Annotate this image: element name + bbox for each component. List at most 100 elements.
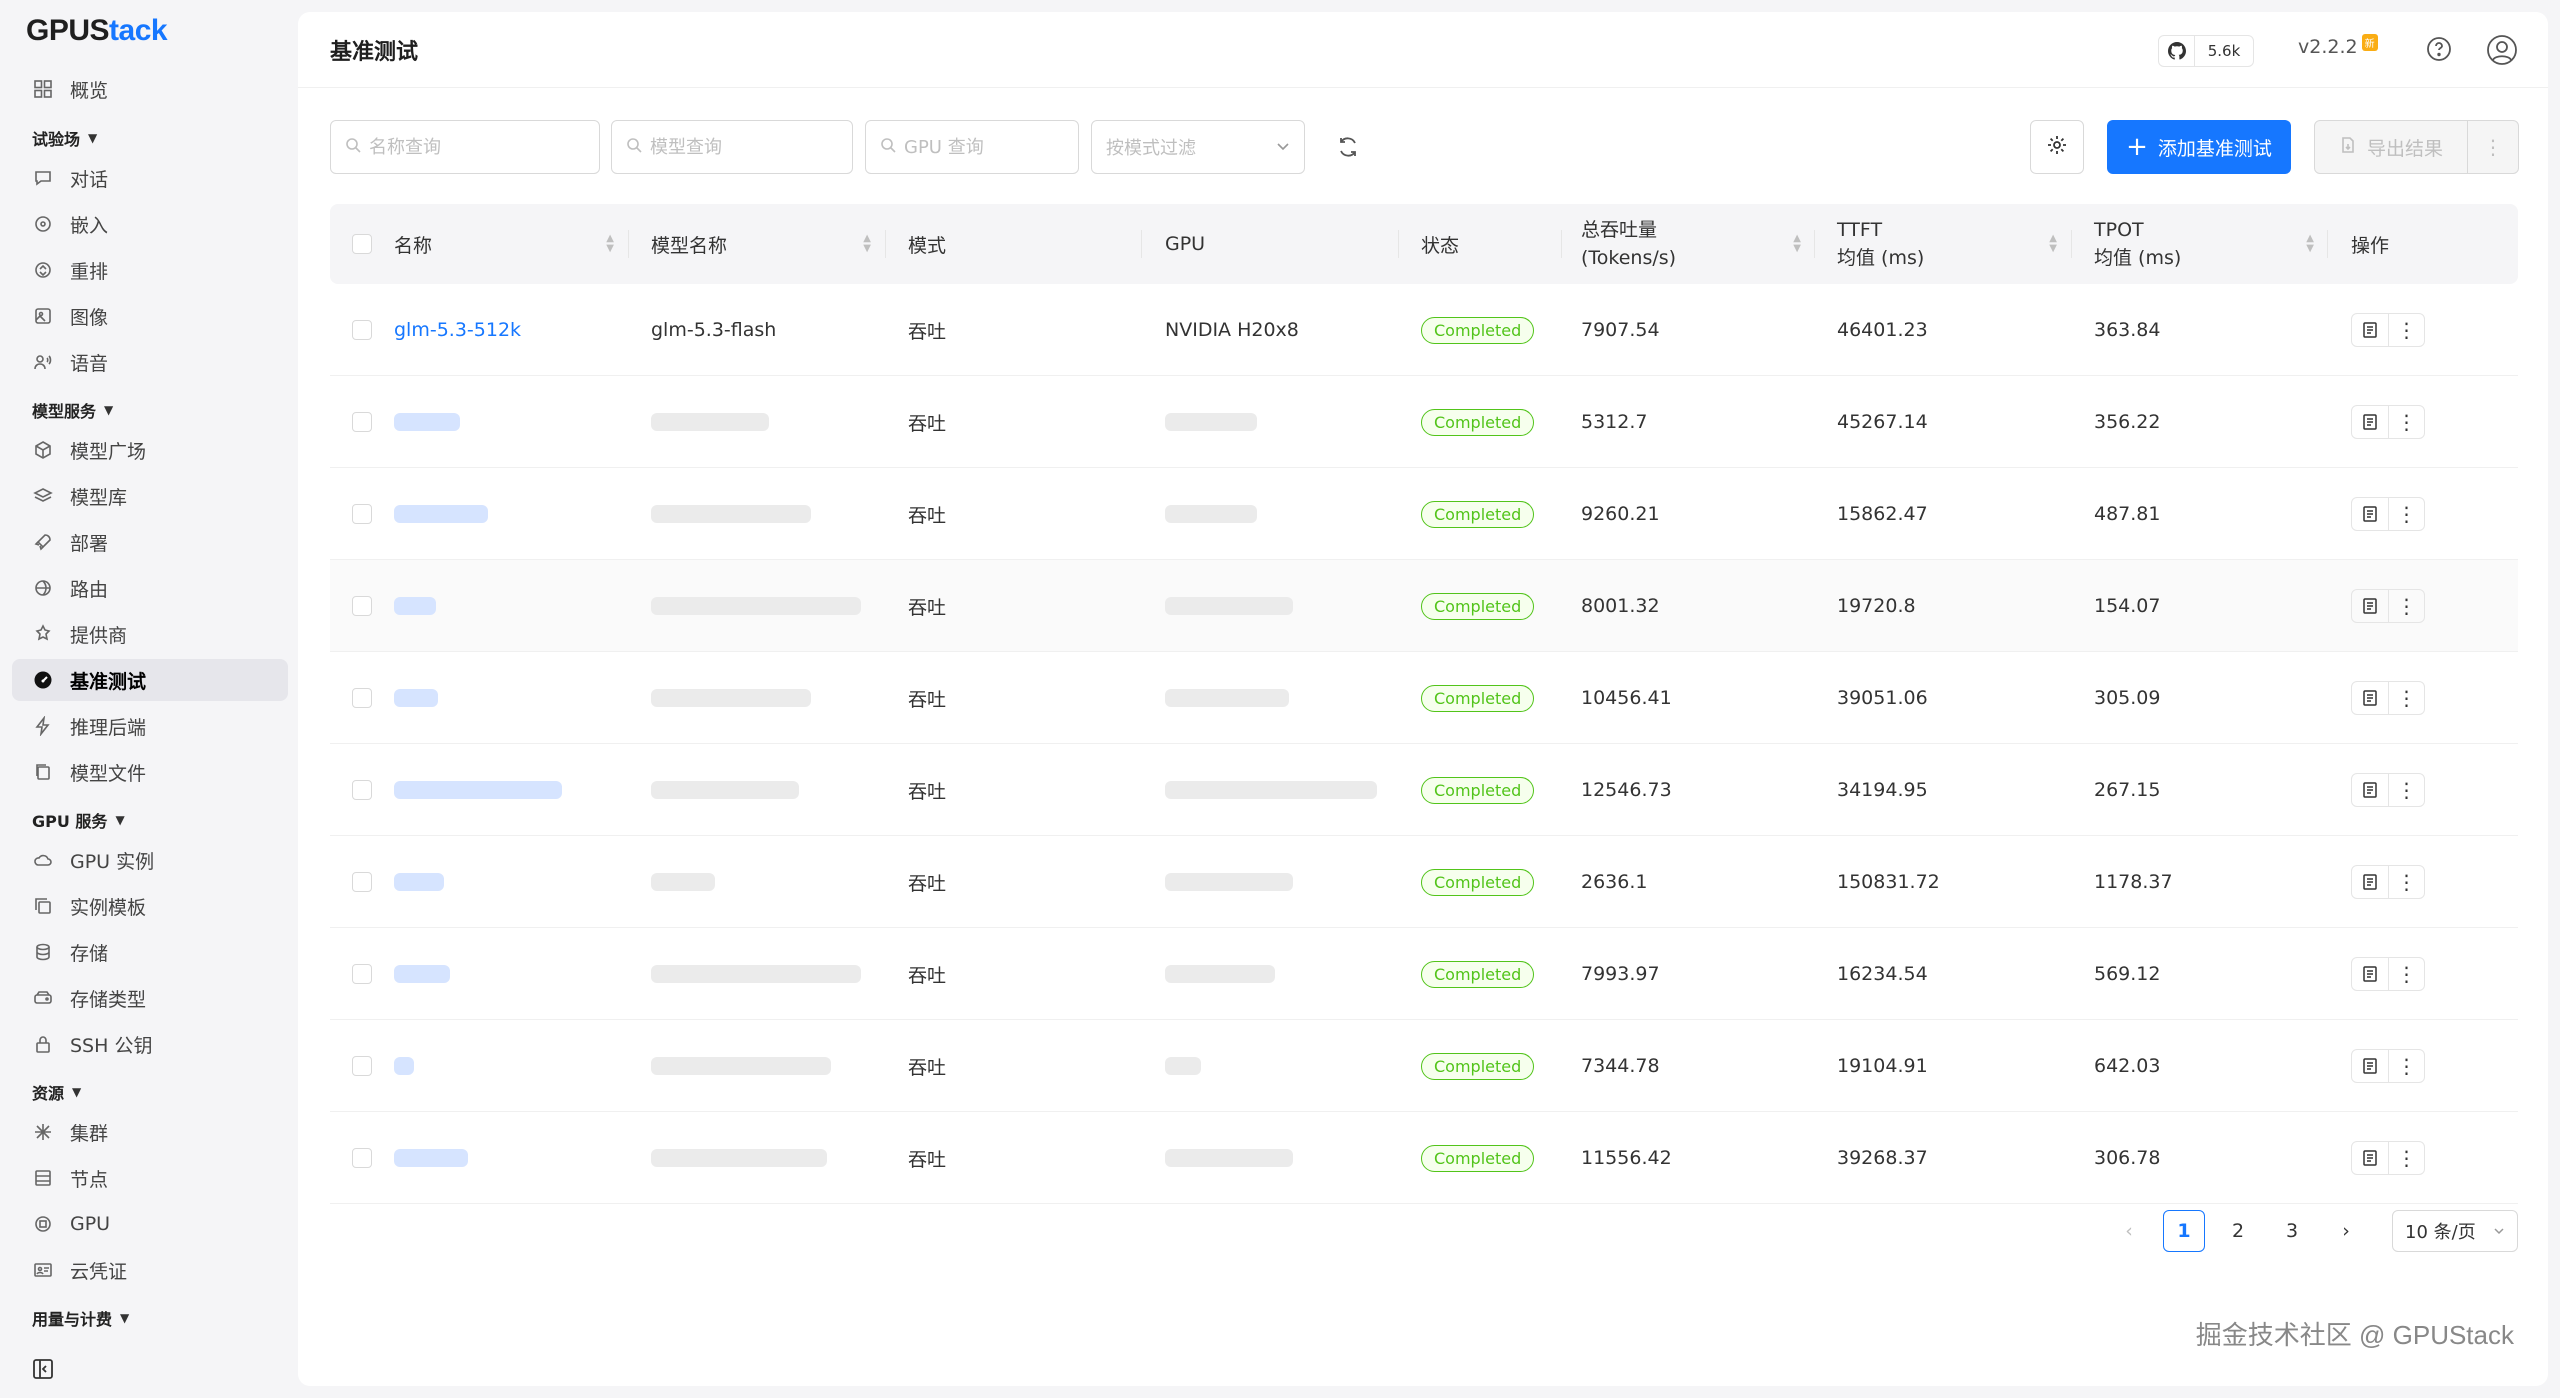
- benchmark-name-link[interactable]: glm-5.3-512k: [394, 284, 521, 376]
- nav-group-model-service[interactable]: 模型服务 ▼: [32, 398, 113, 422]
- page-1-button[interactable]: 1: [2163, 1210, 2205, 1252]
- version-label[interactable]: v2.2.2 新: [2298, 34, 2378, 58]
- benchmark-name-link[interactable]: [394, 1020, 414, 1112]
- gpu-search-input[interactable]: [865, 120, 1079, 174]
- table-row[interactable]: 吞吐 Completed 5312.7 45267.14 356.22 ⋮: [330, 376, 2518, 468]
- table-row[interactable]: 吞吐 Completed 10456.41 39051.06 305.09 ⋮: [330, 652, 2518, 744]
- more-vertical-icon[interactable]: ⋮: [2388, 774, 2424, 806]
- column-settings-button[interactable]: [2030, 120, 2084, 174]
- sidebar-item-storage-type[interactable]: 存储类型: [12, 977, 288, 1019]
- col-header-name[interactable]: 名称 ▲ ▼: [394, 204, 614, 284]
- nav-group-resources[interactable]: 资源 ▼: [32, 1080, 81, 1104]
- help-icon[interactable]: [2426, 36, 2452, 62]
- checkbox[interactable]: [352, 872, 372, 892]
- name-search-input[interactable]: [330, 120, 600, 174]
- sidebar-item-audio[interactable]: 语音: [12, 341, 288, 383]
- row-checkbox[interactable]: [352, 560, 372, 652]
- table-row[interactable]: 吞吐 Completed 9260.21 15862.47 487.81 ⋮: [330, 468, 2518, 560]
- benchmark-name-link[interactable]: [394, 652, 438, 744]
- report-icon[interactable]: [2352, 866, 2388, 898]
- col-header-model-name[interactable]: 模型名称 ▲ ▼: [651, 204, 871, 284]
- table-row[interactable]: 吞吐 Completed 8001.32 19720.8 154.07 ⋮: [330, 560, 2518, 652]
- gpustack-logo[interactable]: GPUStack: [26, 14, 168, 48]
- col-header-ttft[interactable]: TTFT 均值 (ms) ▲ ▼: [1837, 204, 2057, 284]
- col-header-throughput[interactable]: 总吞吐量 (Tokens/s) ▲ ▼: [1581, 204, 1801, 284]
- checkbox[interactable]: [352, 688, 372, 708]
- sidebar-item-benchmark[interactable]: 基准测试: [12, 659, 288, 701]
- table-row[interactable]: 吞吐 Completed 7344.78 19104.91 642.03 ⋮: [330, 1020, 2518, 1112]
- refresh-icon[interactable]: [1333, 132, 1363, 162]
- github-stars-badge[interactable]: 5.6k: [2158, 35, 2254, 67]
- sidebar-item-node[interactable]: 节点: [12, 1157, 288, 1199]
- report-icon[interactable]: [2352, 590, 2388, 622]
- sidebar-collapse-icon[interactable]: [32, 1358, 54, 1380]
- sort-icon[interactable]: ▲ ▼: [606, 234, 614, 254]
- row-checkbox[interactable]: [352, 1112, 372, 1204]
- sidebar-item-embed[interactable]: 嵌入: [12, 203, 288, 245]
- model-search-input[interactable]: [611, 120, 853, 174]
- report-icon[interactable]: [2352, 958, 2388, 990]
- nav-group-gpu-service[interactable]: GPU 服务 ▼: [32, 808, 125, 832]
- page-size-select[interactable]: 10 条/页: [2392, 1210, 2518, 1252]
- checkbox[interactable]: [352, 412, 372, 432]
- name-search-field[interactable]: [369, 136, 573, 158]
- benchmark-name-link[interactable]: [394, 744, 562, 836]
- checkbox[interactable]: [352, 1148, 372, 1168]
- gpu-search-field[interactable]: [904, 136, 1063, 158]
- sidebar-item-provider[interactable]: 提供商: [12, 613, 288, 655]
- select-all-checkbox[interactable]: [352, 204, 372, 284]
- more-vertical-icon[interactable]: ⋮: [2388, 682, 2424, 714]
- table-row[interactable]: 吞吐 Completed 2636.1 150831.72 1178.37 ⋮: [330, 836, 2518, 928]
- nav-group-billing[interactable]: 用量与计费 ▼: [32, 1306, 129, 1330]
- benchmark-name-link[interactable]: [394, 468, 488, 560]
- report-icon[interactable]: [2352, 774, 2388, 806]
- checkbox[interactable]: [352, 504, 372, 524]
- benchmark-name-link[interactable]: [394, 836, 444, 928]
- more-vertical-icon[interactable]: ⋮: [2388, 314, 2424, 346]
- checkbox[interactable]: [352, 1056, 372, 1076]
- sidebar-item-image[interactable]: 图像: [12, 295, 288, 337]
- report-icon[interactable]: [2352, 314, 2388, 346]
- report-icon[interactable]: [2352, 1142, 2388, 1174]
- sort-icon[interactable]: ▲ ▼: [2306, 234, 2314, 254]
- more-vertical-icon[interactable]: ⋮: [2388, 1142, 2424, 1174]
- sidebar-item-overview[interactable]: 概览: [12, 68, 288, 110]
- benchmark-name-link[interactable]: [394, 560, 436, 652]
- sidebar-item-cloud-credential[interactable]: 云凭证: [12, 1249, 288, 1291]
- sidebar-item-cluster[interactable]: 集群: [12, 1111, 288, 1153]
- checkbox[interactable]: [352, 320, 372, 340]
- sidebar-item-ssh-key[interactable]: SSH 公钥: [12, 1023, 288, 1065]
- sidebar-item-gpu[interactable]: GPU: [12, 1203, 288, 1245]
- benchmark-name-link[interactable]: [394, 376, 460, 468]
- row-checkbox[interactable]: [352, 928, 372, 1020]
- sort-icon[interactable]: ▲ ▼: [1793, 234, 1801, 254]
- report-icon[interactable]: [2352, 1050, 2388, 1082]
- user-avatar-icon[interactable]: [2486, 34, 2518, 66]
- nav-group-playground[interactable]: 试验场 ▼: [32, 126, 97, 150]
- sidebar-item-model-files[interactable]: 模型文件: [12, 751, 288, 793]
- table-row[interactable]: 吞吐 Completed 7993.97 16234.54 569.12 ⋮: [330, 928, 2518, 1020]
- sidebar-item-storage[interactable]: 存储: [12, 931, 288, 973]
- page-3-button[interactable]: 3: [2271, 1210, 2313, 1252]
- more-vertical-icon[interactable]: ⋮: [2388, 406, 2424, 438]
- benchmark-name-link[interactable]: [394, 928, 450, 1020]
- sidebar-item-instance-template[interactable]: 实例模板: [12, 885, 288, 927]
- table-row[interactable]: glm-5.3-512k glm-5.3-flash 吞吐 NVIDIA H20…: [330, 284, 2518, 376]
- table-row[interactable]: 吞吐 Completed 12546.73 34194.95 267.15 ⋮: [330, 744, 2518, 836]
- more-vertical-icon[interactable]: ⋮: [2388, 866, 2424, 898]
- table-row[interactable]: 吞吐 Completed 11556.42 39268.37 306.78 ⋮: [330, 1112, 2518, 1204]
- sidebar-item-rerank[interactable]: 重排: [12, 249, 288, 291]
- more-vertical-icon[interactable]: ⋮: [2388, 1050, 2424, 1082]
- more-vertical-icon[interactable]: ⋮: [2388, 590, 2424, 622]
- report-icon[interactable]: [2352, 682, 2388, 714]
- prev-page-button[interactable]: ‹: [2108, 1210, 2150, 1252]
- sort-icon[interactable]: ▲ ▼: [2049, 234, 2057, 254]
- mode-filter-select[interactable]: 按模式过滤: [1091, 120, 1305, 174]
- page-2-button[interactable]: 2: [2217, 1210, 2259, 1252]
- col-header-tpot[interactable]: TPOT 均值 (ms) ▲ ▼: [2094, 204, 2314, 284]
- checkbox[interactable]: [352, 964, 372, 984]
- report-icon[interactable]: [2352, 498, 2388, 530]
- row-checkbox[interactable]: [352, 376, 372, 468]
- row-checkbox[interactable]: [352, 652, 372, 744]
- row-checkbox[interactable]: [352, 744, 372, 836]
